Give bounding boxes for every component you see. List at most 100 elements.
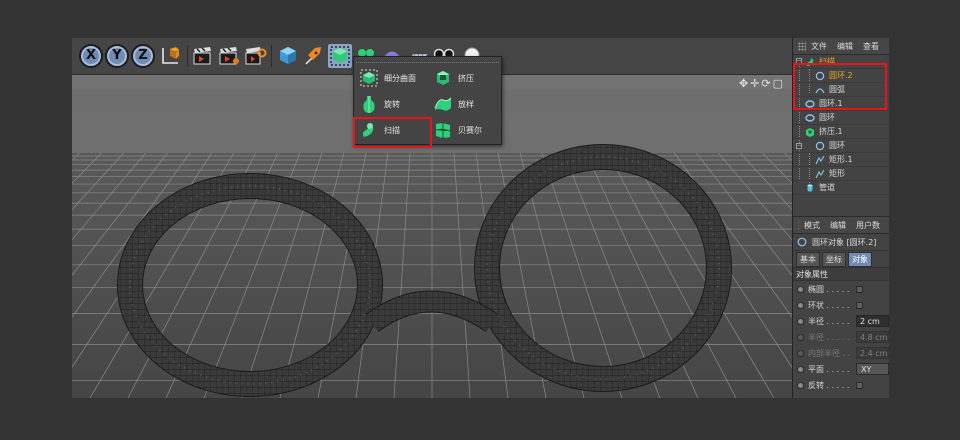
tree-item-circle-child[interactable]: 圆环 xyxy=(793,139,889,153)
radius-input[interactable]: 2 cm xyxy=(856,315,889,327)
radius-2-input: 4.8 cm xyxy=(856,331,889,343)
zoom-icon[interactable]: ✛ xyxy=(750,77,760,90)
z-axis-label: Z xyxy=(138,48,148,63)
popup-grip[interactable] xyxy=(356,58,499,63)
x-axis-label: X xyxy=(85,48,97,63)
menu-item-label: 贝赛尔 xyxy=(458,125,482,135)
rotate-icon[interactable]: ⟳ xyxy=(761,77,771,90)
render-settings-button[interactable] xyxy=(243,44,267,68)
subdivision-surface-icon xyxy=(330,46,350,66)
animation-key-icon xyxy=(797,349,804,357)
animation-key-icon[interactable] xyxy=(797,365,804,373)
tree-item-rectangle[interactable]: 矩形 xyxy=(793,167,889,181)
prop-label: 内部半径 . . xyxy=(808,348,851,358)
tree-item-circle[interactable]: 圆环 xyxy=(793,111,889,125)
lathe-icon xyxy=(359,94,379,114)
toolbar-separator xyxy=(187,45,188,67)
menu-view[interactable]: 查看 xyxy=(863,41,879,52)
prop-label: 椭圆 . . . . . xyxy=(808,284,850,294)
tab-coordinates[interactable]: 坐标 xyxy=(822,251,846,267)
menu-item-extrude[interactable]: 挤压 xyxy=(428,65,502,91)
loft-icon xyxy=(433,94,453,114)
circle-spline-icon xyxy=(815,141,825,151)
menu-user-data[interactable]: 用户数 xyxy=(856,220,880,231)
reverse-checkbox[interactable] xyxy=(856,381,863,389)
tab-object[interactable]: 对象 xyxy=(848,251,872,267)
tree-item-label: 挤压.1 xyxy=(819,127,843,136)
ring-checkbox[interactable] xyxy=(856,301,863,309)
render-view-button[interactable] xyxy=(191,44,215,68)
maximize-icon[interactable]: ▢ xyxy=(773,77,784,90)
inner-radius-input: 2.4 cm xyxy=(856,347,889,359)
attribute-manager-menubar: 模式 编辑 用户数 xyxy=(793,217,889,234)
prop-radius: 半径 . . . . . 2 cm xyxy=(793,313,889,329)
prop-label: 半径 . . . . . xyxy=(808,316,850,326)
menu-item-label: 细分曲面 xyxy=(384,73,416,83)
clapper-icon xyxy=(219,47,239,65)
object-manager-menubar: 文件 编辑 查看 xyxy=(793,38,889,55)
tab-basic[interactable]: 基本 xyxy=(796,251,820,267)
circle-spline-icon xyxy=(797,237,807,247)
object-properties-heading: 对象属性 xyxy=(793,267,889,281)
prop-label: 平面 . . . . . xyxy=(808,364,850,374)
plane-select[interactable]: XY xyxy=(856,363,889,375)
x-axis-lock-button[interactable]: X xyxy=(79,44,103,68)
menu-item-subdivision-surface[interactable]: 细分曲面 xyxy=(354,65,428,91)
tree-item-extrude-1[interactable]: 挤压.1 xyxy=(793,125,889,139)
clapper-icon xyxy=(193,47,211,65)
rectangle-spline-icon xyxy=(815,155,825,165)
panel-grip-icon[interactable] xyxy=(798,41,806,51)
pen-spline-button[interactable] xyxy=(302,44,326,68)
animation-key-icon[interactable] xyxy=(797,381,804,389)
menu-file[interactable]: 文件 xyxy=(811,41,827,52)
panel-grip-icon[interactable] xyxy=(798,220,799,230)
tree-item-label: 圆环 xyxy=(819,113,835,122)
z-axis-lock-button[interactable]: Z xyxy=(131,44,155,68)
y-axis-lock-button[interactable]: Y xyxy=(105,44,129,68)
tree-highlight-box xyxy=(793,63,887,110)
attribute-tabs: 基本 坐标 对象 xyxy=(793,251,889,267)
menu-item-label: 放样 xyxy=(458,99,474,109)
sweep-highlight-box xyxy=(353,117,432,148)
menu-item-lathe[interactable]: 旋转 xyxy=(354,91,428,117)
nurbs-objects-button[interactable] xyxy=(328,44,352,68)
right-panel: 文件 编辑 查看 − − 扫描 圆环.2 圆弧 圆环.1 圆环 挤压.1 圆环 … xyxy=(792,38,889,398)
viewport-navigation: ✥✛⟳▢ xyxy=(738,77,784,90)
attribute-manager: 模式 编辑 用户数 圆环对象 [圆环.2] 基本 坐标 对象 对象属性 椭圆 .… xyxy=(793,216,889,398)
menu-item-bezier[interactable]: 贝赛尔 xyxy=(428,117,502,143)
extrude-icon xyxy=(433,68,453,88)
extrude-icon xyxy=(805,127,815,137)
prop-ring: 环状 . . . . . xyxy=(793,297,889,313)
animation-key-icon[interactable] xyxy=(797,285,804,293)
prop-reverse: 反转 . . . . . xyxy=(793,377,889,393)
bezier-icon xyxy=(433,120,453,140)
animation-key-icon[interactable] xyxy=(797,301,804,309)
animation-key-icon xyxy=(797,333,804,341)
prop-label: 半径 . . . . . xyxy=(808,332,850,342)
rectangle-spline-icon xyxy=(815,169,825,179)
menu-edit[interactable]: 编辑 xyxy=(837,41,853,52)
prop-label: 反转 . . . . . xyxy=(808,380,850,390)
prop-ellipse: 椭圆 . . . . . xyxy=(793,281,889,297)
tree-item-tube[interactable]: 管道 xyxy=(793,181,889,195)
prop-inner-radius: 内部半径 . . 2.4 cm xyxy=(793,345,889,361)
prop-label: 环状 . . . . . xyxy=(808,300,850,310)
ellipse-checkbox[interactable] xyxy=(856,285,863,293)
move-icon[interactable]: ✥ xyxy=(739,77,749,90)
tree-item-rectangle-1[interactable]: 矩形.1 xyxy=(793,153,889,167)
toolbar-separator xyxy=(271,45,272,67)
menu-edit[interactable]: 编辑 xyxy=(830,220,846,231)
cinema4d-window: X Y Z ✥✛⟳▢ 细分曲面 挤压 旋转 放样 扫描 贝赛尔 文件 编辑 查看… xyxy=(72,38,889,398)
cube-primitive-button[interactable] xyxy=(276,44,300,68)
render-to-picture-viewer-button[interactable] xyxy=(217,44,241,68)
animation-key-icon[interactable] xyxy=(797,317,804,325)
coordinate-system-button[interactable] xyxy=(158,44,182,68)
subdivision-surface-icon xyxy=(359,68,379,88)
cube-icon xyxy=(280,47,296,64)
menu-item-loft[interactable]: 放样 xyxy=(428,91,502,117)
circle-spline-icon xyxy=(805,113,815,123)
tree-item-label: 矩形 xyxy=(829,169,845,178)
coordinate-system-icon xyxy=(162,47,179,64)
tree-item-label: 矩形.1 xyxy=(829,155,853,164)
menu-mode[interactable]: 模式 xyxy=(804,220,820,231)
